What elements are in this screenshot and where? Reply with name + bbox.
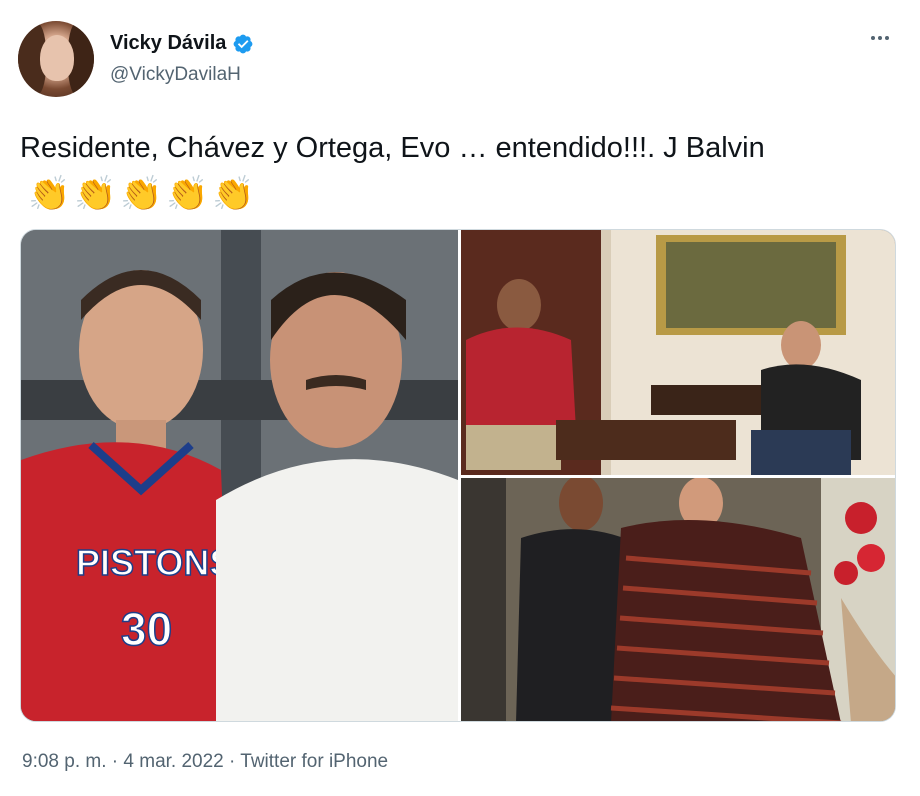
tweet-text: Residente, Chávez y Ortega, Evo … entend…: [20, 126, 880, 216]
separator-dot: ·: [229, 751, 241, 772]
jersey-team: PISTONS: [76, 542, 233, 583]
photo-1-image: PISTONS 30: [21, 230, 458, 721]
clapping-hands-emoji: 👏: [74, 175, 117, 214]
tweet-body: Residente, Chávez y Ortega, Evo … entend…: [20, 132, 765, 164]
photo-3-image: [461, 478, 895, 721]
media-grid: PISTONS 30: [20, 229, 896, 722]
clapping-hands-emoji: 👏: [120, 175, 163, 214]
clapping-hands-emoji: 👏: [28, 175, 71, 214]
photo-1[interactable]: PISTONS 30: [21, 230, 458, 721]
more-options-icon[interactable]: [864, 26, 896, 50]
clapping-hands-emoji: 👏: [212, 175, 255, 214]
tweet-time[interactable]: 9:08 p. m.: [22, 751, 107, 772]
display-name-text[interactable]: Vicky Dávila: [110, 32, 226, 55]
user-handle[interactable]: @VickyDavilaH: [110, 64, 241, 86]
verified-badge-icon: [233, 34, 253, 53]
photo-2-image: [461, 230, 895, 475]
tweet-source[interactable]: Twitter for iPhone: [240, 751, 388, 772]
tweet-date[interactable]: 4 mar. 2022: [123, 751, 223, 772]
photo-2[interactable]: [461, 230, 895, 475]
photo-3[interactable]: [461, 478, 895, 721]
avatar[interactable]: [18, 21, 94, 97]
clap-emoji-group: 👏 👏 👏 👏 👏: [28, 174, 256, 214]
separator-dot: ·: [111, 751, 124, 772]
display-name[interactable]: Vicky Dávila: [110, 32, 254, 55]
clapping-hands-emoji: 👏: [166, 175, 209, 214]
jersey-number: 30: [121, 603, 172, 655]
tweet-timestamp[interactable]: 9:08 p. m. · 4 mar. 2022 · Twitter for i…: [22, 751, 388, 773]
